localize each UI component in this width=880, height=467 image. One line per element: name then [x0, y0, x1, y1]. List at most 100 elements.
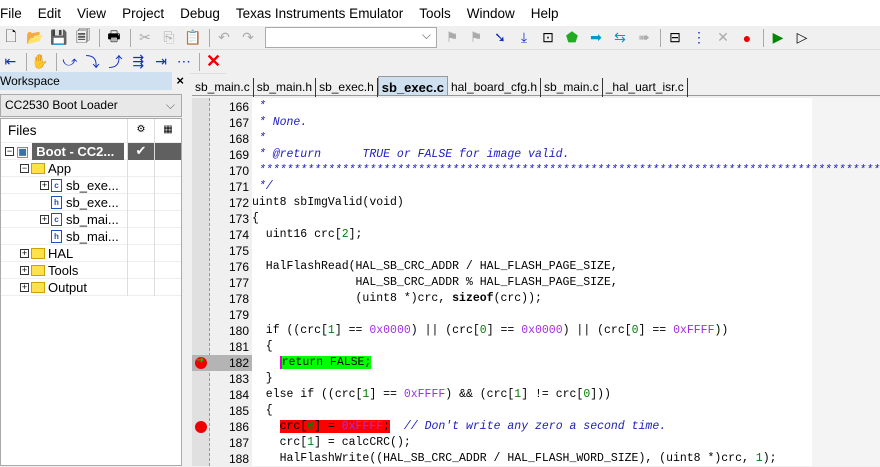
code-line[interactable]: 178 (uint8 *)crc, sizeof(crc));: [192, 291, 880, 307]
undo-icon[interactable]: ↶: [213, 28, 235, 48]
code-line[interactable]: 188 HalFlashWrite((HAL_SB_CRC_ADDR / HAL…: [192, 451, 880, 467]
options-cell: [127, 177, 154, 194]
step-into-icon[interactable]: ⤵: [82, 52, 103, 72]
menu-debug[interactable]: Debug: [180, 6, 227, 21]
print-icon[interactable]: 🖶: [103, 28, 125, 48]
debug-without-download-icon[interactable]: ➠: [633, 28, 655, 48]
breakpoint-icon[interactable]: [195, 421, 207, 433]
tab-sb-exec-h[interactable]: sb_exec.h: [316, 78, 378, 97]
search-combo[interactable]: [265, 27, 437, 48]
code-line[interactable]: 177 HAL_SB_CRC_ADDR % HAL_FLASH_PAGE_SIZ…: [192, 275, 880, 291]
find-in-files-icon[interactable]: ⤓: [513, 28, 535, 48]
step-over-icon[interactable]: ⤻: [59, 52, 80, 72]
go-icon[interactable]: ⋯: [173, 52, 194, 72]
redo-icon[interactable]: ↷: [237, 28, 259, 48]
code-line[interactable]: 179: [192, 307, 880, 323]
tree-item[interactable]: + Tools: [1, 262, 181, 279]
tree-item[interactable]: + c sb_exe...: [1, 177, 181, 194]
tab--hal-uart-isr-c[interactable]: _hal_uart_isr.c: [603, 78, 688, 97]
compile-icon[interactable]: ➡: [585, 28, 607, 48]
tree-item[interactable]: − ▣ Boot - CC2... ✔: [1, 142, 181, 160]
tab-sb-main-h[interactable]: sb_main.h: [254, 78, 317, 97]
code-line[interactable]: 172 uint8 sbImgValid(void): [192, 195, 880, 211]
code-line[interactable]: 182 return FALSE;: [192, 354, 880, 371]
tree-item[interactable]: h sb_mai...: [1, 228, 181, 245]
code-line[interactable]: 169 * @return TRUE or FALSE for image va…: [192, 147, 880, 163]
paste-icon[interactable]: 📋: [182, 28, 204, 48]
expand-icon[interactable]: +: [20, 265, 29, 275]
tree-item[interactable]: + Output: [1, 279, 181, 296]
menu-ti-emulator[interactable]: Texas Instruments Emulator: [236, 6, 410, 21]
code-line[interactable]: 184 else if ((crc[1] == 0xFFFF) && (crc[…: [192, 387, 880, 403]
toggle-bookmark-icon[interactable]: ⚑: [441, 28, 463, 48]
run-to-cursor-icon[interactable]: ⇥: [151, 52, 172, 72]
reset-icon[interactable]: ⇤: [0, 52, 21, 72]
code-line[interactable]: 166 *: [192, 99, 880, 115]
file-tree: Files ⚙ ▦ − ▣ Boot - CC2... ✔ − App + c sb_exe..…: [0, 118, 182, 466]
menu-file[interactable]: File: [0, 6, 29, 21]
menu-view[interactable]: View: [77, 6, 113, 21]
code-line[interactable]: 168 *: [192, 131, 880, 147]
options-column-icon[interactable]: ⚙: [127, 119, 154, 143]
code-line[interactable]: 167 * None.: [192, 115, 880, 131]
code-line[interactable]: 181 {: [192, 339, 880, 355]
expand-icon[interactable]: +: [20, 248, 29, 258]
go-to-definition-icon[interactable]: ➘: [489, 28, 511, 48]
code-line[interactable]: 185 {: [192, 403, 880, 419]
code-line[interactable]: 175: [192, 243, 880, 259]
code-editor[interactable]: 166 * 167 * None. 168 * 169 * @return TRUE …: [192, 98, 880, 466]
menu-tools[interactable]: Tools: [419, 6, 458, 21]
next-statement-icon[interactable]: ⇶: [128, 52, 149, 72]
expand-icon[interactable]: +: [40, 214, 49, 224]
line-number: 179: [228, 308, 249, 322]
tab-hal-board-cfg-h[interactable]: hal_board_cfg.h: [448, 78, 542, 97]
debug-step-icon[interactable]: ▷: [791, 28, 813, 48]
menu-project[interactable]: Project: [122, 6, 171, 21]
tab-sb-main-c[interactable]: sb_main.c: [541, 78, 603, 97]
templates-icon[interactable]: ⊡: [537, 28, 559, 48]
menu-window[interactable]: Window: [467, 6, 522, 21]
code-line[interactable]: 187 crc[1] = calcCRC();: [192, 435, 880, 451]
expand-icon[interactable]: +: [40, 180, 49, 190]
menu-edit[interactable]: Edit: [38, 6, 68, 21]
configuration-select[interactable]: CC2530 Boot Loader: [0, 94, 182, 117]
code-line[interactable]: 174 uint16 crc[2];: [192, 227, 880, 243]
cut-icon[interactable]: ✂: [134, 28, 156, 48]
clear-breakpoints-icon[interactable]: ✕: [712, 28, 734, 48]
stop-build-icon[interactable]: ⊟: [664, 28, 686, 48]
tree-item[interactable]: − App: [1, 160, 181, 177]
collapse-icon[interactable]: −: [20, 163, 29, 173]
menu-help[interactable]: Help: [531, 6, 566, 21]
current-statement-breakpoint-icon[interactable]: [195, 354, 207, 370]
save-icon[interactable]: 💾: [48, 28, 70, 48]
tree-item[interactable]: h sb_exe...: [1, 194, 181, 211]
files-column-icon[interactable]: ▦: [154, 119, 181, 143]
break-icon[interactable]: ✋: [30, 52, 51, 72]
tree-item[interactable]: + c sb_mai...: [1, 211, 181, 228]
code-line[interactable]: 180 if ((crc[1] == 0x0000) || (crc[0] ==…: [192, 323, 880, 339]
code-line[interactable]: 183 }: [192, 371, 880, 387]
download-and-debug-icon[interactable]: ⇆: [609, 28, 631, 48]
collapse-icon[interactable]: −: [5, 146, 14, 156]
stop-debugging-icon[interactable]: ✕: [203, 51, 224, 72]
tree-item[interactable]: + HAL: [1, 245, 181, 262]
copy-icon[interactable]: ⎘: [158, 28, 180, 48]
expand-icon[interactable]: +: [20, 282, 29, 292]
breakpoints-icon[interactable]: ⋮: [688, 28, 710, 48]
step-out-icon[interactable]: ⤴: [105, 52, 126, 72]
make-icon[interactable]: ⬟: [561, 28, 583, 48]
code-line[interactable]: 176 HalFlashRead(HAL_SB_CRC_ADDR / HAL_F…: [192, 259, 880, 275]
code-line[interactable]: 186 crc[0] = 0xFFFF; // Don't write any …: [192, 419, 880, 435]
new-file-icon[interactable]: 🗋: [0, 28, 22, 48]
code-line[interactable]: 173{: [192, 211, 880, 227]
open-icon[interactable]: 📂: [24, 28, 46, 48]
tab-sb-exec-c[interactable]: sb_exec.c: [377, 76, 448, 95]
run-to-icon[interactable]: ▶: [767, 28, 789, 48]
save-all-icon[interactable]: 🗐: [72, 28, 94, 48]
breakpoint-icon[interactable]: ●: [736, 28, 758, 48]
bookmark-next-icon[interactable]: ⚑: [465, 28, 487, 48]
tab-sb-main-c[interactable]: sb_main.c: [192, 78, 254, 97]
code-line[interactable]: 170 ************************************…: [192, 163, 880, 179]
close-icon[interactable]: ×: [176, 73, 184, 88]
code-line[interactable]: 171 */: [192, 179, 880, 195]
